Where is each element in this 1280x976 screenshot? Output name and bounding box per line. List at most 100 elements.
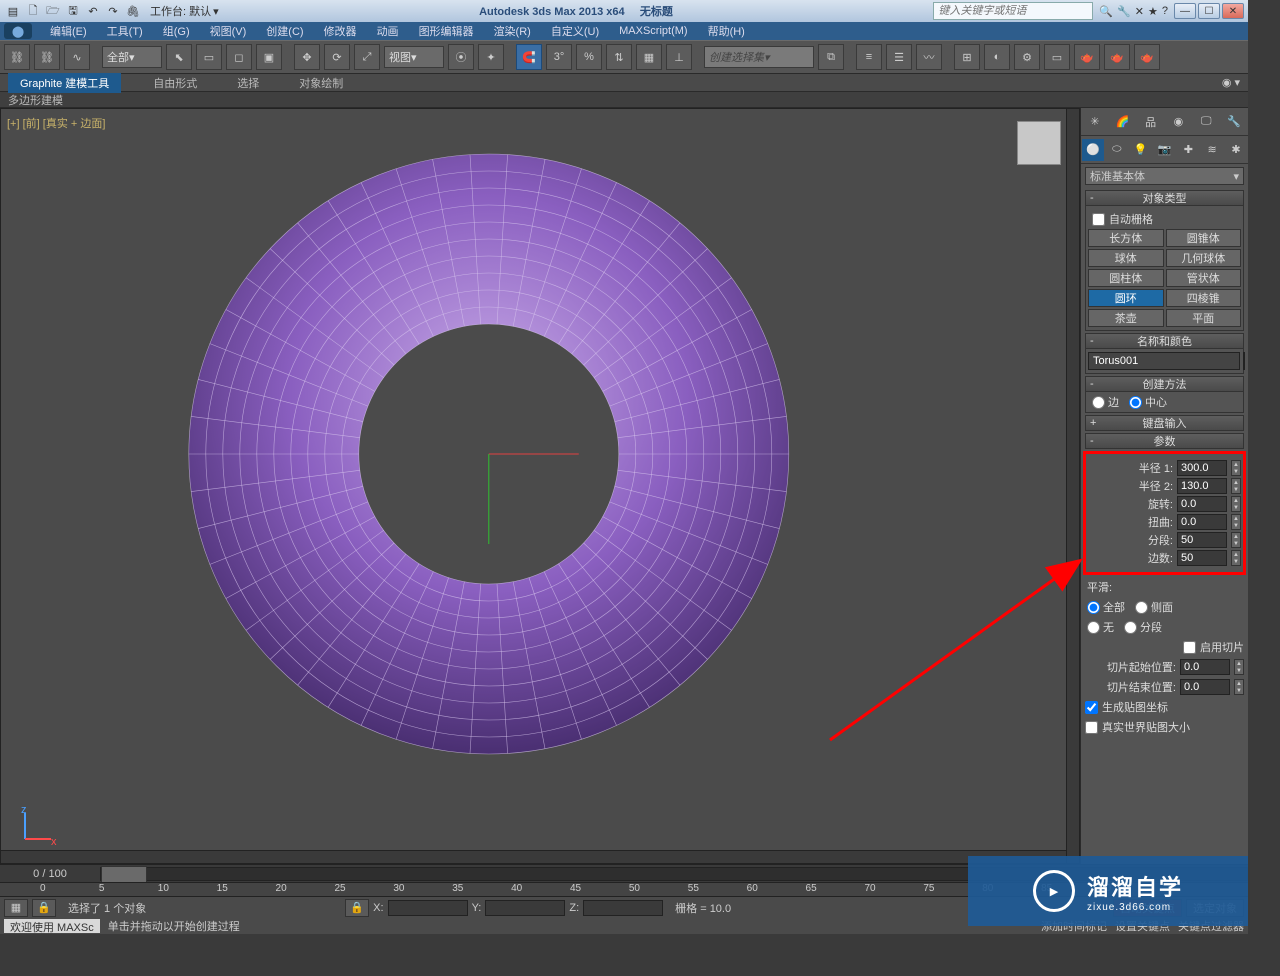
btn-torus[interactable]: 圆环: [1088, 289, 1164, 307]
rollout-params[interactable]: -参数: [1085, 433, 1244, 449]
display-panel-icon[interactable]: 🖵: [1195, 111, 1217, 133]
unlink-icon[interactable]: ⛓: [34, 44, 60, 70]
select-region-icon[interactable]: ◻: [226, 44, 252, 70]
open-icon[interactable]: 🗁: [44, 2, 62, 20]
color-swatch[interactable]: [1243, 352, 1245, 370]
twist-spinner[interactable]: 0.0: [1177, 514, 1227, 530]
rotation-spinner[interactable]: 0.0: [1177, 496, 1227, 512]
segments-spinner[interactable]: 50: [1177, 532, 1227, 548]
tab-freeform[interactable]: 自由形式: [145, 75, 205, 91]
spinner-updown[interactable]: ▲▼: [1231, 478, 1241, 494]
spinner-updown[interactable]: ▲▼: [1231, 550, 1241, 566]
btn-geosphere[interactable]: 几何球体: [1166, 249, 1242, 267]
manip-icon[interactable]: ✦: [478, 44, 504, 70]
radius2-spinner[interactable]: 130.0: [1177, 478, 1227, 494]
cameras-icon[interactable]: 📷: [1153, 139, 1175, 161]
rotate-icon[interactable]: ⟳: [324, 44, 350, 70]
material-editor-icon[interactable]: ◐: [984, 44, 1010, 70]
link-icon[interactable]: 🖇: [124, 2, 142, 20]
undo-icon[interactable]: ↶: [84, 2, 102, 20]
schematic-icon[interactable]: ⊞: [954, 44, 980, 70]
radio-smooth-all[interactable]: [1087, 601, 1100, 614]
radio-edge[interactable]: [1092, 396, 1105, 409]
close-button[interactable]: ✕: [1222, 3, 1244, 19]
category-combo[interactable]: 标准基本体▾: [1085, 167, 1244, 185]
edged-faces-icon[interactable]: ▦: [636, 44, 662, 70]
modify-panel-icon[interactable]: 🌈: [1112, 111, 1134, 133]
radio-smooth-segs[interactable]: [1124, 621, 1137, 634]
btn-pyramid[interactable]: 四棱锥: [1166, 289, 1242, 307]
help-icon[interactable]: ?: [1162, 5, 1168, 18]
viewport[interactable]: [+] [前] [真实 + 边面]: [0, 108, 1080, 864]
move-icon[interactable]: ✥: [294, 44, 320, 70]
minimize-button[interactable]: —: [1174, 3, 1196, 19]
ref-coord-combo[interactable]: 视图▾: [384, 46, 444, 68]
maximize-button[interactable]: ☐: [1198, 3, 1220, 19]
torus-object[interactable]: [169, 134, 809, 774]
time-scrub[interactable]: [101, 866, 147, 884]
teapot-icon[interactable]: 🫖: [1104, 44, 1130, 70]
slice-to-spinner[interactable]: 0.0: [1180, 679, 1230, 695]
coord-x[interactable]: [388, 900, 468, 916]
rollout-create-method[interactable]: -创建方法: [1085, 376, 1244, 392]
signin-icon[interactable]: 🔧: [1117, 5, 1131, 18]
layers-icon[interactable]: ☰: [886, 44, 912, 70]
workspace-label[interactable]: 工作台: 默认: [150, 3, 211, 19]
viewport-label[interactable]: [+] [前] [真实 + 边面]: [7, 115, 105, 131]
object-name-input[interactable]: [1088, 352, 1240, 370]
spinner-snap-icon[interactable]: ⇅: [606, 44, 632, 70]
save-icon[interactable]: 🖫: [64, 2, 82, 20]
exchange-icon[interactable]: ✕: [1135, 5, 1144, 18]
menu-tools[interactable]: 工具(T): [97, 23, 153, 39]
angle-snap-icon[interactable]: 3°: [546, 44, 572, 70]
ribbon-panel[interactable]: 多边形建模: [0, 92, 1248, 108]
menu-help[interactable]: 帮助(H): [698, 23, 755, 39]
shapes-icon[interactable]: ⬭: [1106, 139, 1128, 161]
app-menu-icon[interactable]: ▤: [4, 2, 22, 20]
spacewarps-icon[interactable]: ≋: [1201, 139, 1223, 161]
app-icon[interactable]: ⬤: [4, 23, 32, 39]
maxscript-icon[interactable]: ▦: [4, 899, 28, 917]
systems-icon[interactable]: ✱: [1225, 139, 1247, 161]
axis-icon[interactable]: ⊥: [666, 44, 692, 70]
btn-tube[interactable]: 管状体: [1166, 269, 1242, 287]
radius1-spinner[interactable]: 300.0: [1177, 460, 1227, 476]
menu-rendering[interactable]: 渲染(R): [484, 23, 541, 39]
link-icon[interactable]: ⛓: [4, 44, 30, 70]
spinner-updown[interactable]: ▲▼: [1231, 460, 1241, 476]
btn-cone[interactable]: 圆锥体: [1166, 229, 1242, 247]
lights-icon[interactable]: 💡: [1130, 139, 1152, 161]
favorite-icon[interactable]: ★: [1148, 5, 1158, 18]
scale-icon[interactable]: ⤢: [354, 44, 380, 70]
btn-cylinder[interactable]: 圆柱体: [1088, 269, 1164, 287]
motion-panel-icon[interactable]: ◉: [1167, 111, 1189, 133]
gen-uv-checkbox[interactable]: [1085, 701, 1098, 714]
menu-animation[interactable]: 动画: [367, 23, 409, 39]
menu-create[interactable]: 创建(C): [256, 23, 313, 39]
menu-customize[interactable]: 自定义(U): [541, 23, 609, 39]
helpers-icon[interactable]: ✚: [1177, 139, 1199, 161]
render-setup-icon[interactable]: ⚙: [1014, 44, 1040, 70]
percent-snap-icon[interactable]: %: [576, 44, 602, 70]
btn-teapot[interactable]: 茶壶: [1088, 309, 1164, 327]
menu-maxscript[interactable]: MAXScript(M): [609, 25, 697, 37]
search-icon[interactable]: 🔍: [1099, 5, 1113, 18]
menu-grapheditors[interactable]: 图形编辑器: [409, 23, 484, 39]
tab-selection[interactable]: 选择: [229, 75, 267, 91]
curve-editor-icon[interactable]: 〰: [916, 44, 942, 70]
rollout-keyboard[interactable]: +键盘输入: [1085, 415, 1244, 431]
coord-z[interactable]: [583, 900, 663, 916]
render-frame-icon[interactable]: ▭: [1044, 44, 1070, 70]
redo-icon[interactable]: ↷: [104, 2, 122, 20]
viewcube[interactable]: [1017, 121, 1061, 165]
menu-group[interactable]: 组(G): [153, 23, 200, 39]
radio-smooth-sides[interactable]: [1135, 601, 1148, 614]
ribbon-expand-icon[interactable]: ◉ ▾: [1222, 76, 1240, 89]
render-icon[interactable]: 🫖: [1074, 44, 1100, 70]
viewport-hscroll[interactable]: [1, 850, 1066, 863]
viewport-vscroll[interactable]: [1066, 109, 1079, 863]
menu-edit[interactable]: 编辑(E): [40, 23, 97, 39]
select-icon[interactable]: ⬉: [166, 44, 192, 70]
btn-box[interactable]: 长方体: [1088, 229, 1164, 247]
bind-spacewarp-icon[interactable]: ∿: [64, 44, 90, 70]
